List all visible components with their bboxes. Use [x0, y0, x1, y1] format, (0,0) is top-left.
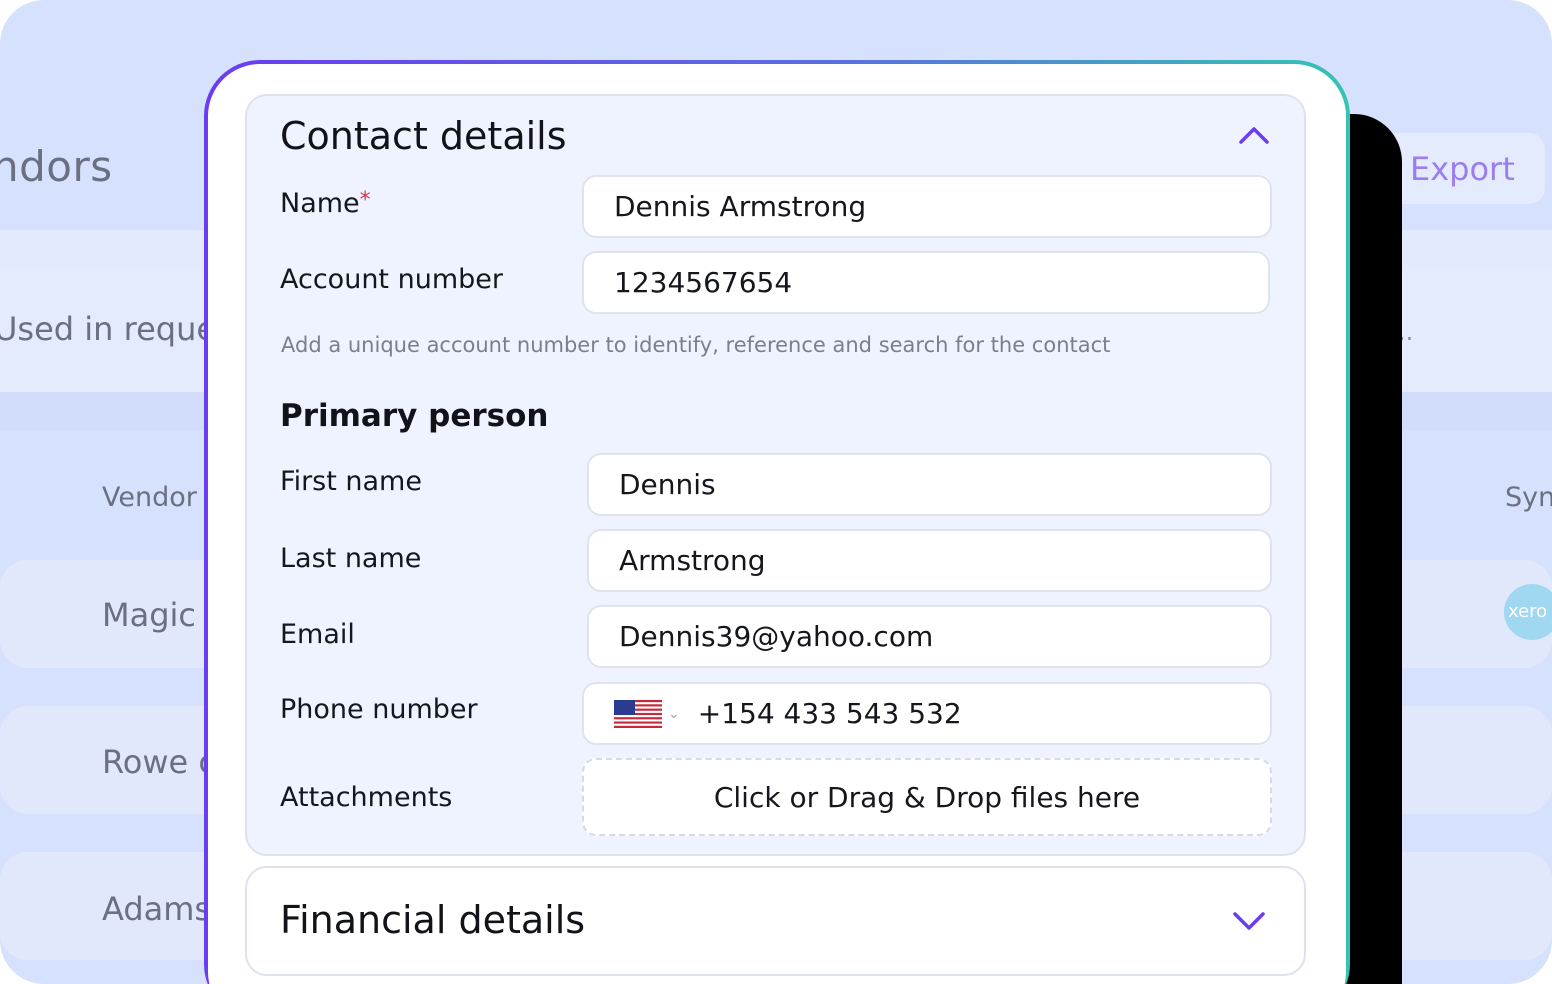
bg-row-label: Magic: [102, 596, 197, 634]
first-name-input[interactable]: Dennis: [587, 453, 1272, 516]
name-input-value: Dennis Armstrong: [614, 190, 867, 223]
name-input[interactable]: Dennis Armstrong: [582, 175, 1272, 238]
chevron-up-icon[interactable]: [1238, 124, 1270, 146]
xero-logo-icon: xero: [1504, 584, 1552, 640]
bg-search-bar[interactable]: [1404, 296, 1552, 368]
bg-row-label: Adams: [102, 890, 212, 928]
account-number-hint: Add a unique account number to identify,…: [281, 333, 1111, 357]
stage: ndors Used in reque .. Vendor Syn Magic …: [0, 0, 1552, 984]
email-label: Email: [280, 619, 355, 650]
account-number-value: 1234567654: [614, 266, 793, 299]
contact-details-title: Contact details: [280, 114, 567, 158]
phone-number-input[interactable]: ⌄ +154 433 543 532: [582, 682, 1272, 745]
bg-col-vendor: Vendor: [102, 482, 197, 513]
first-name-value: Dennis: [619, 468, 716, 501]
chevron-down-icon[interactable]: ⌄: [668, 706, 680, 722]
last-name-label: Last name: [280, 543, 422, 574]
attachments-dropzone[interactable]: Click or Drag & Drop files here: [582, 758, 1272, 836]
bg-tab-label[interactable]: Used in reque: [0, 310, 216, 348]
export-button-label: Export: [1410, 150, 1515, 188]
last-name-input[interactable]: Armstrong: [587, 529, 1272, 592]
attachments-label: Attachments: [280, 782, 453, 813]
bg-page-title: ndors: [0, 142, 113, 191]
financial-details-title: Financial details: [280, 898, 586, 942]
email-input[interactable]: Dennis39@yahoo.com: [587, 605, 1272, 668]
name-label: Name*: [280, 188, 371, 219]
chevron-down-icon[interactable]: [1232, 910, 1266, 932]
bg-col-sync: Syn: [1505, 482, 1552, 513]
account-number-label: Account number: [280, 264, 503, 295]
last-name-value: Armstrong: [619, 544, 766, 577]
email-value: Dennis39@yahoo.com: [619, 620, 934, 653]
account-number-input[interactable]: 1234567654: [582, 251, 1270, 314]
bg-row-label: Rowe c: [102, 743, 216, 781]
phone-number-value: +154 433 543 532: [697, 697, 962, 730]
dropzone-text: Click or Drag & Drop files here: [713, 780, 1141, 814]
primary-person-title: Primary person: [280, 398, 549, 434]
required-mark: *: [359, 188, 371, 213]
us-flag-icon[interactable]: [614, 699, 662, 728]
name-label-text: Name: [280, 188, 360, 219]
first-name-label: First name: [280, 466, 422, 497]
phone-number-label: Phone number: [280, 694, 478, 725]
